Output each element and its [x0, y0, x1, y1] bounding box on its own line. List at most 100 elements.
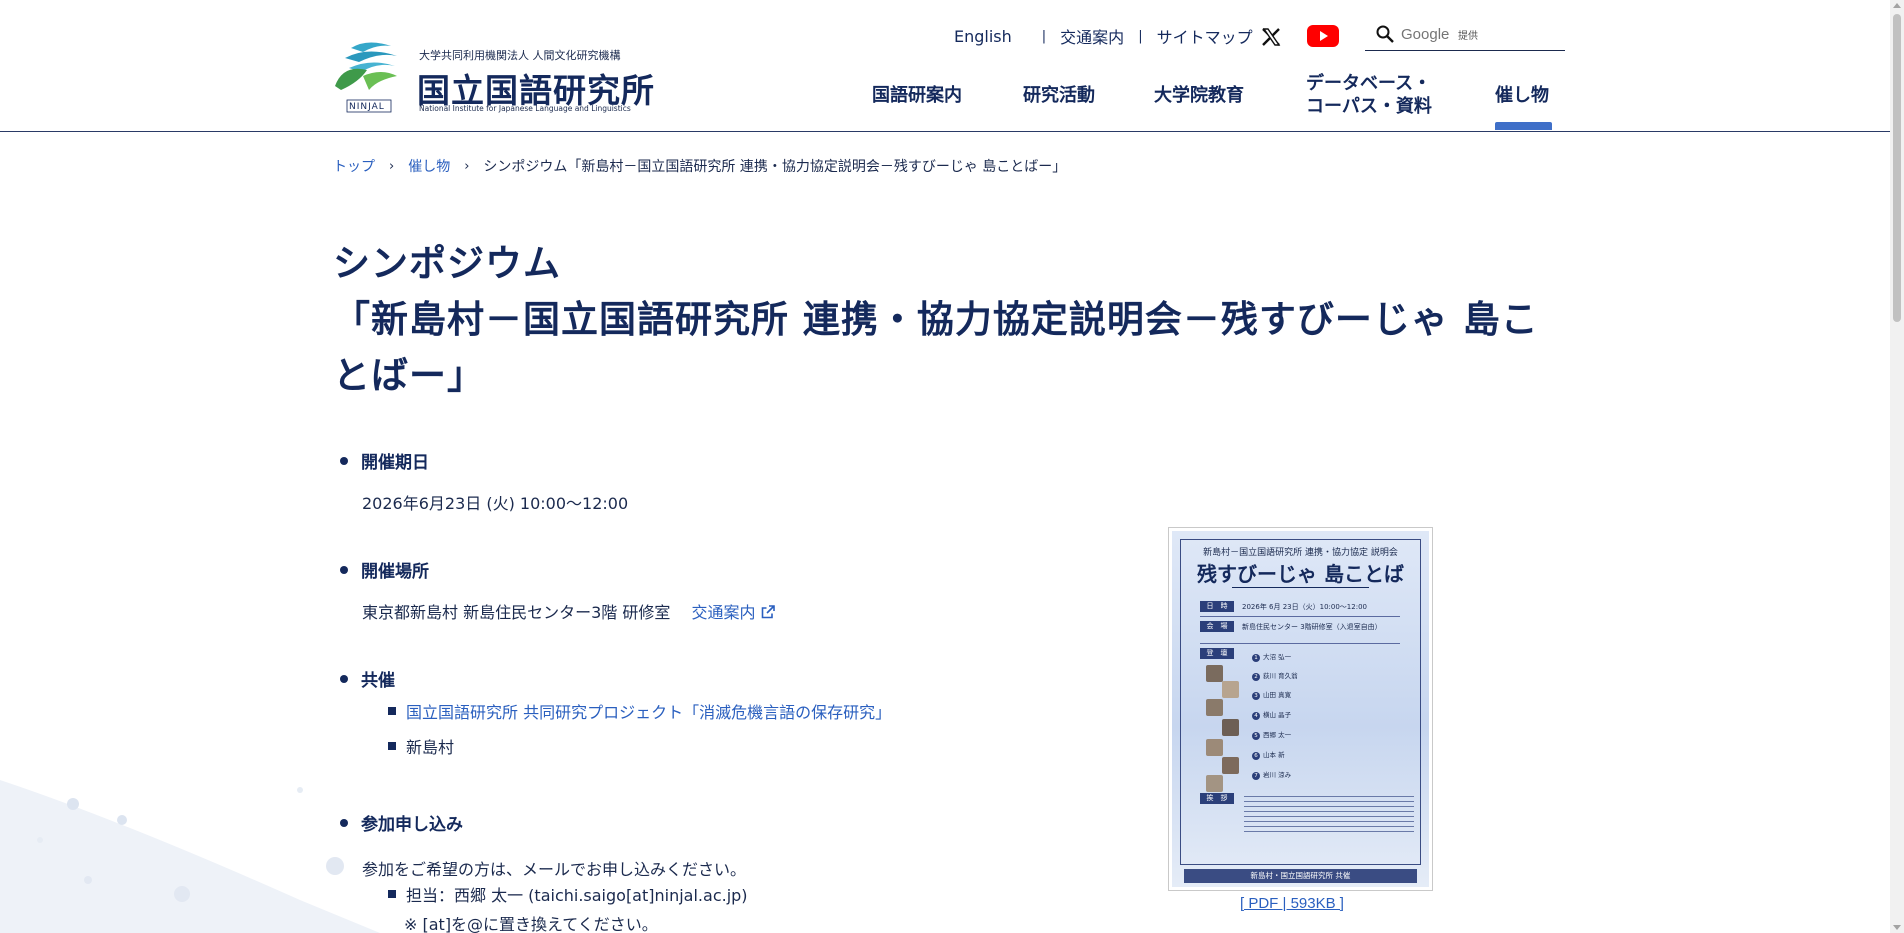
poster-tag: 日 時: [1200, 601, 1234, 612]
utility-link-english[interactable]: English: [954, 27, 1012, 46]
speaker-number: 5: [1252, 732, 1260, 740]
cohost-label-text: 共催: [361, 671, 395, 691]
square-bullet-icon: [388, 741, 396, 750]
speaker-name: 大沼 弘一: [1263, 653, 1292, 661]
date-value: 2026年6月23日 (火) 10:00〜12:00: [362, 494, 629, 513]
bullet-icon: [340, 565, 348, 574]
poster-divider: [1200, 616, 1400, 617]
speaker-name: 山本 新: [1263, 751, 1285, 759]
date-label-text: 開催期日: [361, 453, 429, 473]
search-provider-label: 提供: [1458, 31, 1478, 42]
utility-separator: |: [1138, 28, 1143, 44]
speaker-photo: [1222, 681, 1239, 698]
venue-value: 東京都新島村 新島住民センター3階 研修室 交通案内: [362, 599, 776, 623]
poster-speaker: 3 山田 真寛: [1252, 689, 1291, 700]
venue-label-text: 開催場所: [361, 562, 429, 582]
poster-tag: 挨 拶: [1200, 793, 1234, 804]
page-scrollbar[interactable]: [1890, 0, 1904, 933]
venue-access-link-text: 交通案内: [691, 603, 756, 622]
speaker-number: 2: [1252, 673, 1260, 681]
speaker-name: 横山 晶子: [1263, 711, 1292, 719]
nav-item-database-line1: データベース・: [1306, 73, 1432, 94]
venue-access-link[interactable]: 交通案内: [691, 603, 776, 622]
event-poster: 新島村－国立国語研究所 連携・協力協定 説明会 残すびーじゃ 島ことば 日 時 2…: [1172, 531, 1429, 887]
event-poster-thumbnail[interactable]: 新島村－国立国語研究所 連携・協力協定 説明会 残すびーじゃ 島ことば 日 時 2…: [1168, 527, 1433, 891]
cohost-list: 国立国語研究所 共同研究プロジェクト「消滅危機言語の保存研究」 新島村: [388, 693, 891, 763]
poster-speaker: 7 岩川 涼み: [1252, 769, 1291, 780]
breadcrumb-current: シンポジウム「新島村－国立国語研究所 連携・協力協定説明会－残すびーじゃ 島こと…: [483, 159, 1067, 175]
scroll-down-icon[interactable]: [1893, 925, 1901, 930]
poster-divider: [1232, 587, 1369, 588]
site-logo[interactable]: NINJAL 大学共同利用機関法人 人間文化研究機構 国立国語研究所 Natio…: [333, 40, 654, 116]
speaker-photo: [1206, 775, 1223, 792]
page-title-line3: とばー」: [333, 354, 485, 397]
cohost-project-link[interactable]: 国立国語研究所 共同研究プロジェクト「消滅危機言語の保存研究」: [406, 699, 891, 723]
poster-greeting-lines: [1244, 793, 1414, 836]
speaker-name: 荻川 育久翁: [1263, 672, 1298, 680]
venue-text: 東京都新島村 新島住民センター3階 研修室: [362, 603, 671, 622]
utility-separator: |: [1041, 28, 1047, 44]
speaker-photo: [1222, 719, 1239, 736]
nav-item-events[interactable]: 催し物: [1495, 84, 1549, 107]
nav-item-about[interactable]: 国語研案内: [872, 84, 962, 107]
contact-item: 担当：西郷 太一 (taichi.saigo[at]ninjal.ac.jp): [388, 876, 748, 911]
speaker-number: 1: [1252, 654, 1260, 662]
cohost-village: 新島村: [406, 737, 455, 757]
poster-heading: 新島村－国立国語研究所 連携・協力協定 説明会: [1203, 548, 1398, 558]
date-label: 開催期日: [340, 448, 429, 473]
scrollbar-thumb[interactable]: [1893, 14, 1901, 322]
poster-tag: 登 壇: [1200, 648, 1234, 659]
chevron-right-icon: ›: [389, 158, 395, 174]
site-header: NINJAL 大学共同利用機関法人 人間文化研究機構 国立国語研究所 Natio…: [0, 0, 1890, 132]
speaker-photo: [1206, 665, 1223, 682]
speaker-photo: [1206, 699, 1223, 716]
youtube-icon[interactable]: [1307, 25, 1339, 47]
speaker-name: 西郷 太一: [1263, 731, 1292, 739]
bullet-icon: [340, 456, 348, 465]
search-input[interactable]: [1401, 23, 1561, 45]
speaker-name: 山田 真寛: [1263, 691, 1292, 699]
poster-title: 残すびーじゃ 島ことば: [1197, 562, 1404, 586]
contact-list: 担当：西郷 太一 (taichi.saigo[at]ninjal.ac.jp): [388, 876, 748, 911]
utility-nav: English | 交通案内 | サイトマップ: [954, 24, 1253, 48]
poster-row-text: 2026年 6月 23日（火）10:00～12:00: [1242, 603, 1367, 611]
poster-tag: 会 場: [1200, 621, 1234, 632]
nav-active-indicator: [1495, 122, 1552, 130]
site-search[interactable]: 提供: [1365, 20, 1565, 51]
bullet-icon: [340, 674, 348, 683]
page-title-line2: 「新島村－国立国語研究所 連携・協力協定説明会－残すびーじゃ 島こ: [333, 298, 1539, 341]
speaker-number: 3: [1252, 692, 1260, 700]
scroll-up-icon[interactable]: [1893, 3, 1901, 8]
nav-item-graduate[interactable]: 大学院教育: [1154, 84, 1244, 107]
poster-speaker: 1 大沼 弘一: [1252, 651, 1291, 662]
square-bullet-icon: [388, 889, 396, 898]
breadcrumb-top[interactable]: トップ: [333, 156, 375, 176]
page-title-line1: シンポジウム: [333, 242, 561, 285]
logo-mark-text: NINJAL: [349, 102, 385, 112]
poster-speaker: 2 荻川 育久翁: [1252, 670, 1298, 681]
x-twitter-icon[interactable]: [1260, 26, 1282, 48]
page-title: シンポジウム 「新島村－国立国語研究所 連携・協力協定説明会－残すびーじゃ 島こ…: [333, 236, 1573, 404]
speaker-photo: [1222, 757, 1239, 774]
speaker-photo: [1206, 739, 1223, 756]
square-bullet-icon: [388, 706, 396, 715]
poster-pdf-link[interactable]: [ PDF | 593KB ]: [1240, 895, 1344, 912]
nav-item-database[interactable]: データベース・ コーパス・資料: [1306, 72, 1432, 118]
cohost-label: 共催: [340, 666, 395, 691]
nav-item-database-line2: コーパス・資料: [1306, 96, 1432, 117]
search-icon[interactable]: [1375, 24, 1395, 44]
breadcrumb: トップ › 催し物 › シンポジウム「新島村－国立国語研究所 連携・協力協定説明…: [333, 156, 1066, 176]
nav-item-research[interactable]: 研究活動: [1023, 84, 1095, 107]
breadcrumb-events[interactable]: 催し物: [408, 156, 450, 176]
poster-speaker: 6 山本 新: [1252, 749, 1285, 760]
cohost-item: 国立国語研究所 共同研究プロジェクト「消滅危機言語の保存研究」: [388, 693, 891, 728]
speaker-number: 6: [1252, 752, 1260, 760]
venue-label: 開催場所: [340, 557, 429, 582]
chevron-right-icon: ›: [464, 158, 470, 174]
utility-link-sitemap[interactable]: サイトマップ: [1157, 24, 1253, 48]
speaker-name: 岩川 涼み: [1263, 771, 1292, 779]
utility-link-access[interactable]: 交通案内: [1060, 24, 1124, 48]
external-link-icon: [762, 605, 776, 619]
poster-footer: 新島村・国立国語研究所 共催: [1184, 869, 1417, 883]
poster-speaker: 4 横山 晶子: [1252, 709, 1291, 720]
